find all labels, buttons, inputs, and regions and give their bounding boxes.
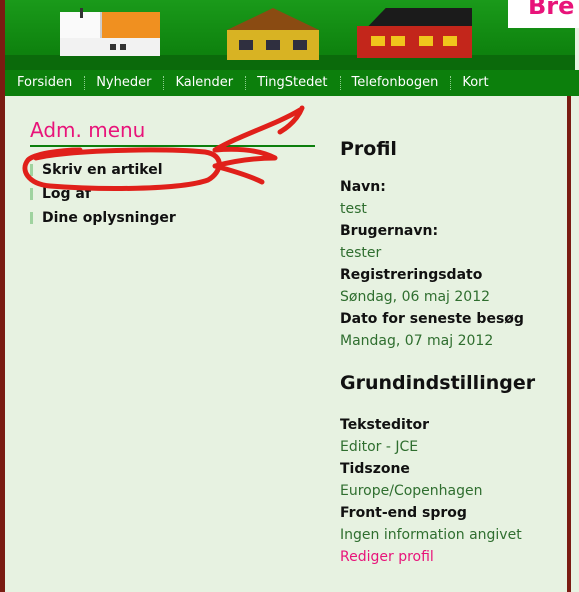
adm-menu-title: Adm. menu	[30, 118, 146, 142]
field-value: test	[340, 201, 367, 217]
settings-heading: Grundindstillinger	[340, 372, 536, 394]
nav-item-kalender[interactable]: Kalender	[163, 70, 245, 96]
nav-item-tingstedet[interactable]: TingStedet	[245, 70, 339, 96]
adm-menu-divider	[30, 145, 315, 147]
field-label: Registreringsdato	[340, 267, 483, 283]
menu-item-write-article[interactable]: Skriv en artikel	[30, 160, 176, 184]
field-value: Europe/Copenhagen	[340, 483, 483, 499]
nav-item-forsiden[interactable]: Forsiden	[5, 70, 84, 96]
field-label: Brugernavn:	[340, 223, 439, 239]
church-illustration	[60, 6, 160, 56]
field-value: tester	[340, 245, 382, 261]
profile-section: Profil	[340, 138, 579, 160]
field-label: Dato for seneste besøg	[340, 311, 524, 327]
field-value: Søndag, 06 maj 2012	[340, 289, 491, 305]
red-house-illustration	[357, 8, 472, 58]
nav-item-kort[interactable]: Kort	[450, 70, 500, 96]
nav-item-telefonbogen[interactable]: Telefonbogen	[339, 70, 451, 96]
adm-menu-list: Skriv en artikel Log af Dine oplysninger	[30, 160, 176, 232]
profile-fields: Navn: test Brugernavn: tester Registreri…	[340, 176, 524, 352]
field-label: Navn:	[340, 179, 386, 195]
edit-profile-link[interactable]: Rediger profil	[340, 546, 522, 568]
site-logo[interactable]: Bre	[508, 0, 579, 28]
site-banner	[5, 0, 575, 70]
settings-fields: Teksteditor Editor - JCE Tidszone Europe…	[340, 414, 522, 568]
field-value: Mandag, 07 maj 2012	[340, 333, 494, 349]
field-label: Teksteditor	[340, 417, 430, 433]
nav-item-nyheder[interactable]: Nyheder	[84, 70, 163, 96]
menu-item-user-info[interactable]: Dine oplysninger	[30, 208, 176, 232]
main-nav: Forsiden Nyheder Kalender TingStedet Tel…	[5, 70, 579, 96]
field-value: Editor - JCE	[340, 439, 419, 455]
profile-heading: Profil	[340, 138, 397, 160]
field-label: Tidszone	[340, 461, 410, 477]
yellow-house-illustration	[227, 8, 319, 60]
menu-item-log-out[interactable]: Log af	[30, 184, 176, 208]
field-value: Ingen information angivet	[340, 527, 522, 543]
field-label: Front-end sprog	[340, 505, 467, 521]
